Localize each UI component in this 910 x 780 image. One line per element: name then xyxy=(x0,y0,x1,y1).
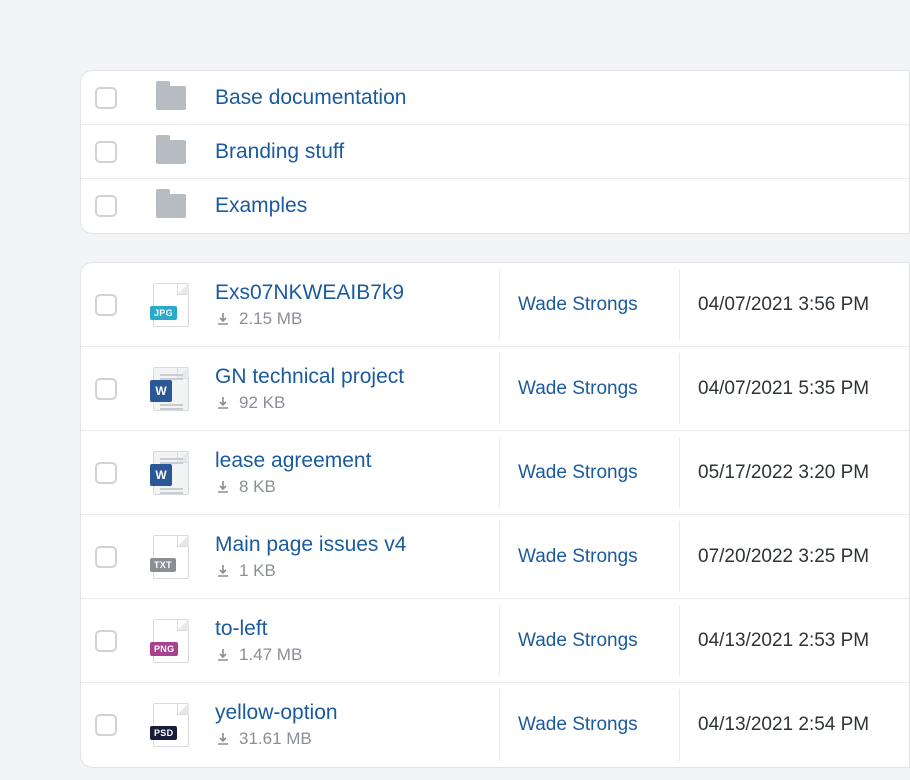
file-size: 2.15 MB xyxy=(239,309,302,329)
file-user[interactable]: Wade Strongs xyxy=(518,714,638,736)
folder-row[interactable]: Base documentation xyxy=(81,71,909,125)
file-date: 04/07/2021 3:56 PM xyxy=(698,294,869,316)
file-date: 05/17/2022 3:20 PM xyxy=(698,462,869,484)
file-name[interactable]: Main page issues v4 xyxy=(215,533,491,557)
file-name[interactable]: to-left xyxy=(215,617,491,641)
file-name[interactable]: lease agreement xyxy=(215,449,491,473)
folder-icon xyxy=(156,194,186,218)
file-type-icon-psd: PSD xyxy=(153,703,189,747)
file-type-icon-png: PNG xyxy=(153,619,189,663)
file-date: 04/13/2021 2:54 PM xyxy=(698,714,869,736)
row-checkbox[interactable] xyxy=(95,546,117,568)
file-date: 07/20/2022 3:25 PM xyxy=(698,546,869,568)
file-size: 1.47 MB xyxy=(239,645,302,665)
file-user[interactable]: Wade Strongs xyxy=(518,294,638,316)
file-size: 31.61 MB xyxy=(239,729,312,749)
download-icon[interactable] xyxy=(215,479,231,495)
folder-name[interactable]: Base documentation xyxy=(215,86,406,109)
file-size: 8 KB xyxy=(239,477,276,497)
file-row[interactable]: PSD yellow-option 31.61 MB Wade Strongs … xyxy=(81,683,909,767)
file-type-icon-word: W xyxy=(153,451,189,495)
file-row[interactable]: JPG Exs07NKWEAIB7k9 2.15 MB Wade Strongs… xyxy=(81,263,909,347)
row-checkbox[interactable] xyxy=(95,87,117,109)
folder-icon xyxy=(156,86,186,110)
folder-name[interactable]: Branding stuff xyxy=(215,140,344,163)
file-user[interactable]: Wade Strongs xyxy=(518,630,638,652)
file-row[interactable]: W GN technical project 92 KB Wade Strong… xyxy=(81,347,909,431)
row-checkbox[interactable] xyxy=(95,294,117,316)
file-row[interactable]: TXT Main page issues v4 1 KB Wade Strong… xyxy=(81,515,909,599)
folder-icon xyxy=(156,140,186,164)
row-checkbox[interactable] xyxy=(95,141,117,163)
file-size: 92 KB xyxy=(239,393,285,413)
file-row[interactable]: PNG to-left 1.47 MB Wade Strongs 04/13/2… xyxy=(81,599,909,683)
file-size: 1 KB xyxy=(239,561,276,581)
download-icon[interactable] xyxy=(215,311,231,327)
file-name[interactable]: Exs07NKWEAIB7k9 xyxy=(215,281,491,305)
file-date: 04/07/2021 5:35 PM xyxy=(698,378,869,400)
row-checkbox[interactable] xyxy=(95,378,117,400)
file-type-icon-txt: TXT xyxy=(153,535,189,579)
file-user[interactable]: Wade Strongs xyxy=(518,462,638,484)
folder-name[interactable]: Examples xyxy=(215,194,307,217)
row-checkbox[interactable] xyxy=(95,630,117,652)
row-checkbox[interactable] xyxy=(95,462,117,484)
file-user[interactable]: Wade Strongs xyxy=(518,378,638,400)
download-icon[interactable] xyxy=(215,647,231,663)
download-icon[interactable] xyxy=(215,731,231,747)
folder-row[interactable]: Branding stuff xyxy=(81,125,909,179)
file-row[interactable]: W lease agreement 8 KB Wade Strongs 05/1… xyxy=(81,431,909,515)
folder-row[interactable]: Examples xyxy=(81,179,909,233)
row-checkbox[interactable] xyxy=(95,195,117,217)
download-icon[interactable] xyxy=(215,563,231,579)
files-section: JPG Exs07NKWEAIB7k9 2.15 MB Wade Strongs… xyxy=(80,262,910,768)
file-name[interactable]: yellow-option xyxy=(215,701,491,725)
file-type-icon-jpg: JPG xyxy=(153,283,189,327)
row-checkbox[interactable] xyxy=(95,714,117,736)
download-icon[interactable] xyxy=(215,395,231,411)
file-type-icon-word: W xyxy=(153,367,189,411)
file-date: 04/13/2021 2:53 PM xyxy=(698,630,869,652)
file-user[interactable]: Wade Strongs xyxy=(518,546,638,568)
file-name[interactable]: GN technical project xyxy=(215,365,491,389)
folders-section: Base documentation Branding stuff Exampl… xyxy=(80,70,910,234)
